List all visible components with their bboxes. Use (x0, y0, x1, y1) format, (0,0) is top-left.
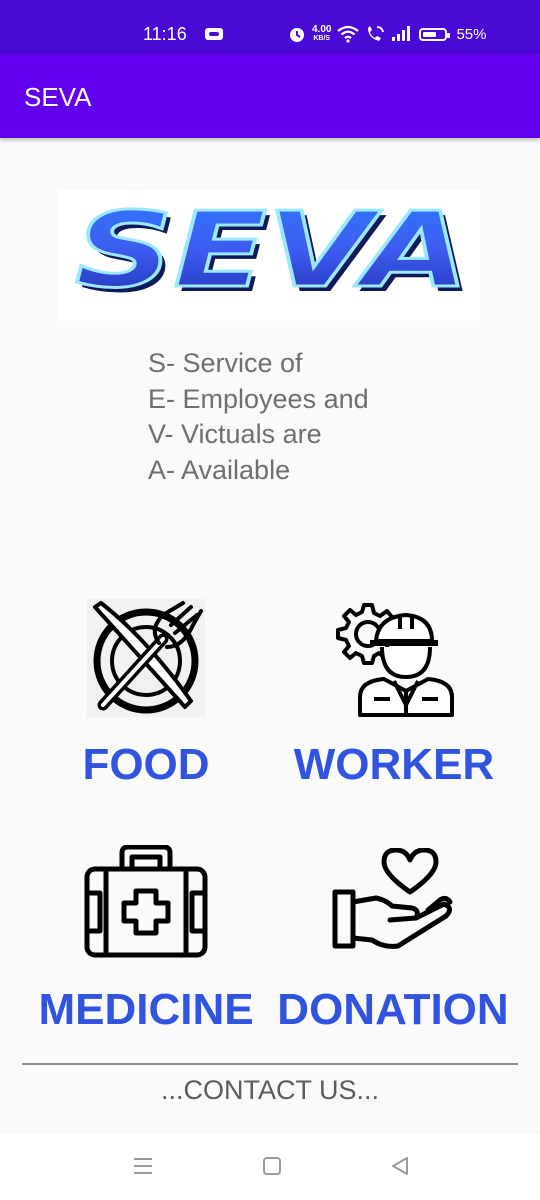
tagline-line: E- Employees and (148, 383, 369, 414)
home-icon[interactable] (262, 1156, 282, 1176)
status-bar: 11:16 4.00 KB/S 55% (0, 0, 540, 54)
status-indicators: 4.00 KB/S 55% (288, 21, 487, 47)
notification-badge-icon (205, 28, 223, 40)
network-speed: 4.00 KB/S (312, 25, 331, 43)
system-nav-bar (0, 1134, 540, 1200)
tagline-line: A- Available (148, 454, 291, 485)
seva-logo: SEVA SEVA (58, 188, 480, 321)
food-label[interactable]: FOOD (66, 740, 226, 790)
wifi-calling-icon (368, 26, 385, 41)
app-title: SEVA (24, 82, 92, 112)
recent-apps-icon[interactable] (133, 1156, 153, 1176)
plate-cutlery-icon[interactable] (87, 599, 205, 717)
app-bar: SEVA (0, 54, 540, 138)
tagline: S- Service of E- Employees and V- Victua… (148, 346, 369, 488)
back-icon[interactable] (390, 1156, 410, 1176)
worker-gear-icon[interactable] (334, 595, 454, 719)
contact-us-link[interactable]: ...CONTACT US... (0, 1075, 540, 1106)
signal-icon (392, 26, 411, 41)
battery-percent: 55% (456, 25, 487, 43)
network-speed-unit: KB/S (313, 35, 331, 42)
worker-label[interactable]: WORKER (290, 740, 498, 790)
seva-logo-text-main: SEVA (75, 190, 469, 311)
network-speed-value: 4.00 (312, 24, 332, 35)
heart-hand-icon[interactable] (332, 848, 456, 956)
first-aid-kit-icon[interactable] (84, 845, 208, 959)
tagline-line: V- Victuals are (148, 419, 322, 449)
footer-divider (22, 1063, 518, 1065)
battery-icon (419, 27, 451, 41)
wifi-icon (337, 25, 360, 43)
tagline-line: S- Service of (148, 348, 303, 378)
status-time: 11:16 (143, 24, 187, 44)
donation-label[interactable]: DONATION (268, 985, 518, 1035)
medicine-label[interactable]: MEDICINE (30, 985, 262, 1035)
alarm-icon (290, 28, 304, 42)
